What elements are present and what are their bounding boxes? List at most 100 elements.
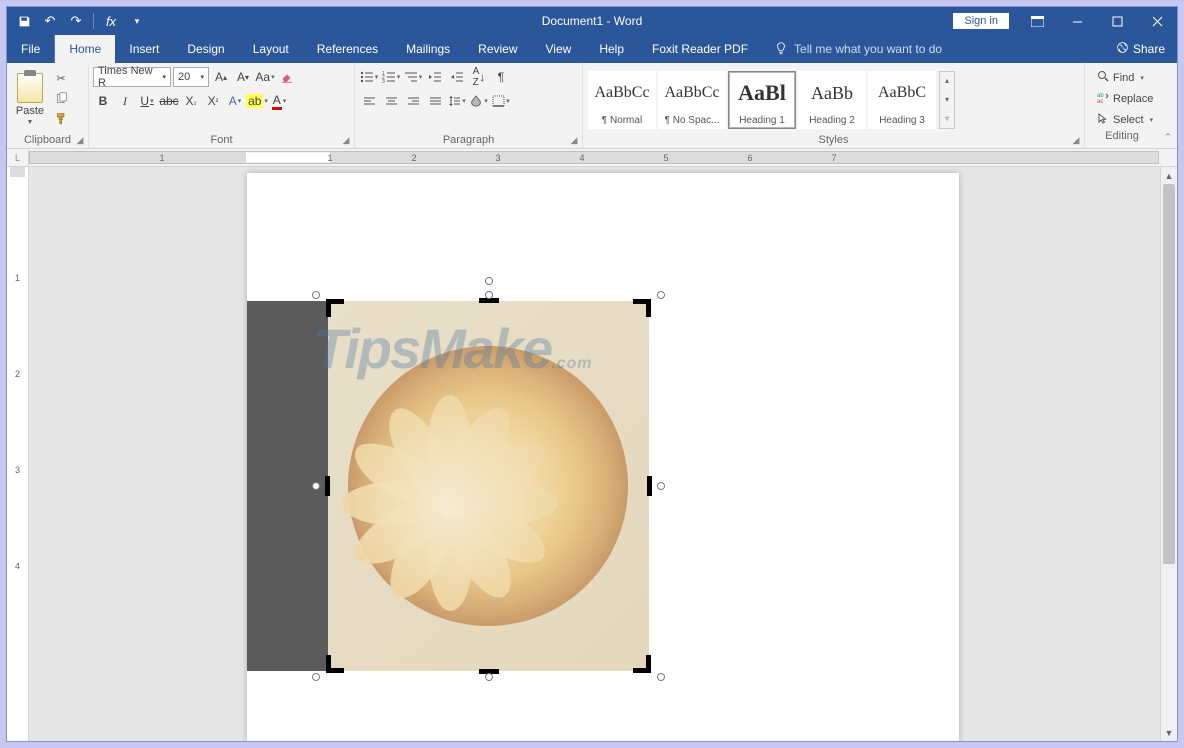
numbering-icon[interactable]: 123▾ [381, 67, 401, 87]
bold-icon[interactable]: B [93, 91, 113, 111]
close-icon[interactable] [1137, 7, 1177, 35]
tab-references[interactable]: References [303, 35, 392, 63]
minimize-icon[interactable] [1057, 7, 1097, 35]
share-button[interactable]: Share [1104, 35, 1177, 63]
borders-icon[interactable]: ▾ [491, 91, 511, 111]
tab-insert[interactable]: Insert [115, 35, 173, 63]
collapse-ribbon-icon[interactable]: ⌃ [1159, 63, 1177, 148]
grow-font-icon[interactable]: A▴ [211, 67, 231, 87]
cut-icon[interactable]: ✂ [51, 69, 71, 87]
vertical-ruler[interactable]: 1234 [7, 167, 29, 741]
bullets-icon[interactable]: ▾ [359, 67, 379, 87]
font-size-combo[interactable]: 20▾ [173, 67, 209, 87]
tab-file[interactable]: File [7, 35, 55, 63]
sort-icon[interactable]: AZ↓ [469, 67, 489, 87]
tab-view[interactable]: View [532, 35, 586, 63]
signin-button[interactable]: Sign in [953, 13, 1009, 29]
strikethrough-icon[interactable]: abc [159, 91, 179, 111]
resize-handle-l[interactable] [312, 482, 320, 490]
align-right-icon[interactable] [403, 91, 423, 111]
style-heading-3[interactable]: AaBbCHeading 3 [868, 71, 936, 129]
tell-me-search[interactable]: Tell me what you want to do [762, 35, 954, 63]
selection-frame[interactable] [316, 295, 661, 677]
paste-button[interactable]: Paste ▼ [11, 67, 49, 131]
find-button[interactable]: Find▾ [1095, 69, 1149, 86]
tab-selector[interactable]: L [7, 149, 29, 166]
tab-design[interactable]: Design [173, 35, 238, 63]
paragraph-launcher-icon[interactable]: ◢ [568, 134, 580, 146]
superscript-icon[interactable]: X² [203, 91, 223, 111]
resize-handle-tl[interactable] [312, 291, 320, 299]
resize-handle-t[interactable] [485, 291, 493, 299]
style-heading-1[interactable]: AaBlHeading 1 [728, 71, 796, 129]
decrease-indent-icon[interactable] [425, 67, 445, 87]
style-heading-2[interactable]: AaBbHeading 2 [798, 71, 866, 129]
scroll-thumb[interactable] [1163, 184, 1175, 564]
tab-help[interactable]: Help [585, 35, 638, 63]
font-launcher-icon[interactable]: ◢ [340, 134, 352, 146]
tab-foxit[interactable]: Foxit Reader PDF [638, 35, 762, 63]
group-clipboard: Paste ▼ ✂ Clipboard ◢ [7, 63, 89, 148]
justify-icon[interactable] [425, 91, 445, 111]
select-icon [1097, 112, 1109, 127]
vertical-scrollbar[interactable]: ▲ ▼ [1160, 167, 1177, 741]
tab-layout[interactable]: Layout [239, 35, 303, 63]
clipboard-launcher-icon[interactable]: ◢ [74, 134, 86, 146]
change-case-icon[interactable]: Aa▾ [255, 67, 275, 87]
styles-up-icon[interactable]: ▴ [940, 72, 954, 91]
maximize-icon[interactable] [1097, 7, 1137, 35]
style--normal[interactable]: AaBbCc¶ Normal [588, 71, 656, 129]
italic-icon[interactable]: I [115, 91, 135, 111]
increase-indent-icon[interactable] [447, 67, 467, 87]
highlight-icon[interactable]: ab▾ [247, 91, 267, 111]
multilevel-list-icon[interactable]: ▾ [403, 67, 423, 87]
underline-icon[interactable]: U▾ [137, 91, 157, 111]
select-button[interactable]: Select▾ [1095, 111, 1149, 128]
qat-customize-icon[interactable]: ▾ [126, 10, 148, 32]
font-color-icon[interactable]: A▾ [269, 91, 289, 111]
save-icon[interactable] [13, 10, 35, 32]
resize-handle-b[interactable] [485, 673, 493, 681]
rotate-handle[interactable] [485, 277, 493, 285]
scroll-down-icon[interactable]: ▼ [1161, 724, 1177, 741]
shading-icon[interactable]: ▾ [469, 91, 489, 111]
ruler-h-tick: 1 [325, 152, 335, 163]
replace-button[interactable]: abac Replace [1095, 90, 1149, 107]
format-painter-icon[interactable] [51, 109, 71, 127]
clear-formatting-icon[interactable] [277, 67, 297, 87]
style--no-spac-[interactable]: AaBbCc¶ No Spac... [658, 71, 726, 129]
align-left-icon[interactable] [359, 91, 379, 111]
undo-icon[interactable]: ↶ [39, 10, 61, 32]
copy-icon[interactable] [51, 89, 71, 107]
redo-icon[interactable]: ↷ [65, 10, 87, 32]
show-marks-icon[interactable]: ¶ [491, 67, 511, 87]
text-effects-icon[interactable]: A▾ [225, 91, 245, 111]
fx-icon[interactable]: fx [100, 10, 122, 32]
ribbon-display-icon[interactable] [1017, 7, 1057, 35]
style-preview: AaBl [738, 72, 786, 115]
tab-review[interactable]: Review [464, 35, 531, 63]
document-canvas[interactable]: TipsMake.com [29, 167, 1160, 741]
tab-home[interactable]: Home [55, 35, 115, 63]
horizontal-ruler[interactable]: 11234567 [29, 151, 1159, 164]
style-preview: AaBbCc [664, 72, 719, 115]
styles-scroll[interactable]: ▴▾▿ [939, 71, 955, 129]
styles-down-icon[interactable]: ▾ [940, 90, 954, 109]
resize-handle-br[interactable] [657, 673, 665, 681]
align-center-icon[interactable] [381, 91, 401, 111]
scroll-up-icon[interactable]: ▲ [1161, 167, 1177, 184]
resize-handle-r[interactable] [657, 482, 665, 490]
subscript-icon[interactable]: X₂ [181, 91, 201, 111]
tell-me-label: Tell me what you want to do [794, 42, 942, 56]
tab-mailings[interactable]: Mailings [392, 35, 464, 63]
resize-handle-tr[interactable] [657, 291, 665, 299]
font-name-combo[interactable]: Times New R▾ [93, 67, 171, 87]
shrink-font-icon[interactable]: A▾ [233, 67, 253, 87]
resize-handle-bl[interactable] [312, 673, 320, 681]
line-spacing-icon[interactable]: ▾ [447, 91, 467, 111]
styles-more-icon[interactable]: ▿ [940, 109, 954, 128]
ribbon-tabs: File Home Insert Design Layout Reference… [7, 35, 1177, 63]
style-name: Heading 1 [739, 115, 785, 128]
styles-launcher-icon[interactable]: ◢ [1070, 134, 1082, 146]
document-area: 1234 [7, 167, 1177, 741]
